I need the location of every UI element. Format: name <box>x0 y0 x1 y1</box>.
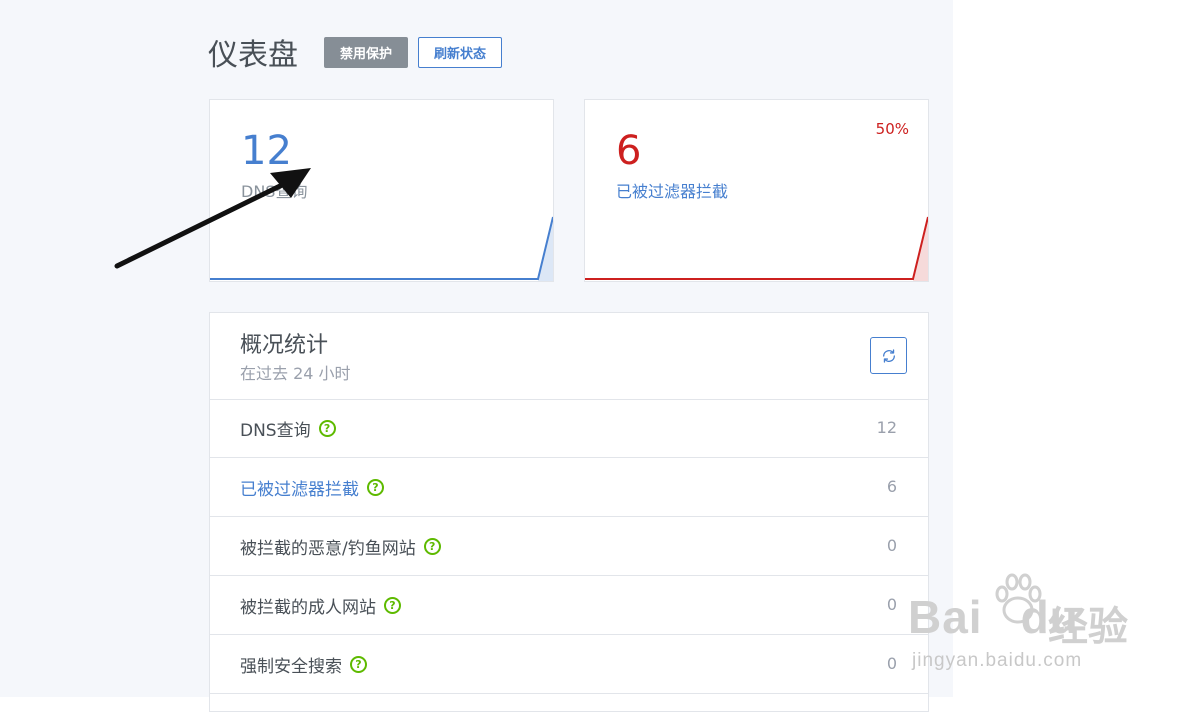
dns-queries-label: DNS查询 <box>241 182 308 201</box>
question-circle-icon[interactable]: ? <box>384 597 401 614</box>
watermark-jingyan: 经验 <box>1048 604 1128 650</box>
blocked-count: 6 <box>616 128 642 174</box>
watermark-brand: Bai <box>908 591 983 643</box>
stats-row-safe-search: 强制安全搜索 ? 0 <box>210 635 928 694</box>
stats-row-value: 6 <box>886 477 897 496</box>
refresh-icon <box>882 348 895 363</box>
question-circle-icon[interactable]: ? <box>367 479 384 496</box>
stats-row-value: 12 <box>876 418 897 437</box>
watermark-url: jingyan.baidu.com <box>912 650 1083 671</box>
blocked-sparkline <box>585 216 928 281</box>
stats-row-blocked-filters: 已被过滤器拦截 ? 6 <box>210 458 928 517</box>
blocked-filters-card: 50% 6 已被过滤器拦截 <box>584 99 929 282</box>
blocked-percent: 50% <box>875 120 909 138</box>
blocked-label[interactable]: 已被过滤器拦截 <box>616 178 728 202</box>
overview-stats-card: 概况统计 在过去 24 小时 DNS查询 ? 12 已被过滤器拦截 ? 6 被拦… <box>209 312 929 712</box>
watermark: Bai du 经验 jingyan.baidu.com <box>908 570 1178 680</box>
dns-queries-count: 12 <box>241 128 292 174</box>
page-title: 仪表盘 <box>208 38 298 73</box>
stats-row-value: 0 <box>886 654 897 673</box>
stats-row-value: 0 <box>886 595 897 614</box>
stats-row-label-link[interactable]: 已被过滤器拦截 <box>240 475 359 500</box>
question-circle-icon[interactable]: ? <box>318 420 336 437</box>
stats-row-label: 被拦截的成人网站 <box>240 598 376 618</box>
stats-row-blocked-adult: 被拦截的成人网站 ? 0 <box>210 576 928 635</box>
dns-queries-sparkline <box>210 216 553 281</box>
stats-row-label: 被拦截的恶意/钓鱼网站 <box>240 539 416 559</box>
overview-refresh-button[interactable] <box>870 337 907 374</box>
dns-queries-card: 12 DNS查询 <box>209 99 554 282</box>
question-circle-icon[interactable]: ? <box>350 656 367 673</box>
stats-row-dns-queries: DNS查询 ? 12 <box>210 399 928 458</box>
overview-header: 概况统计 在过去 24 小时 <box>210 313 928 400</box>
question-circle-icon[interactable]: ? <box>423 538 441 555</box>
overview-title: 概况统计 <box>240 333 329 358</box>
stats-row-value: 0 <box>886 536 897 555</box>
stats-row-label: 强制安全搜索 <box>240 657 342 677</box>
stats-row-blocked-malware: 被拦截的恶意/钓鱼网站 ? 0 <box>210 517 928 576</box>
stats-row-label: DNS查询 <box>240 421 311 441</box>
disable-protection-button[interactable]: 禁用保护 <box>324 37 408 68</box>
overview-subtitle: 在过去 24 小时 <box>240 364 351 383</box>
refresh-status-button[interactable]: 刷新状态 <box>418 37 502 68</box>
